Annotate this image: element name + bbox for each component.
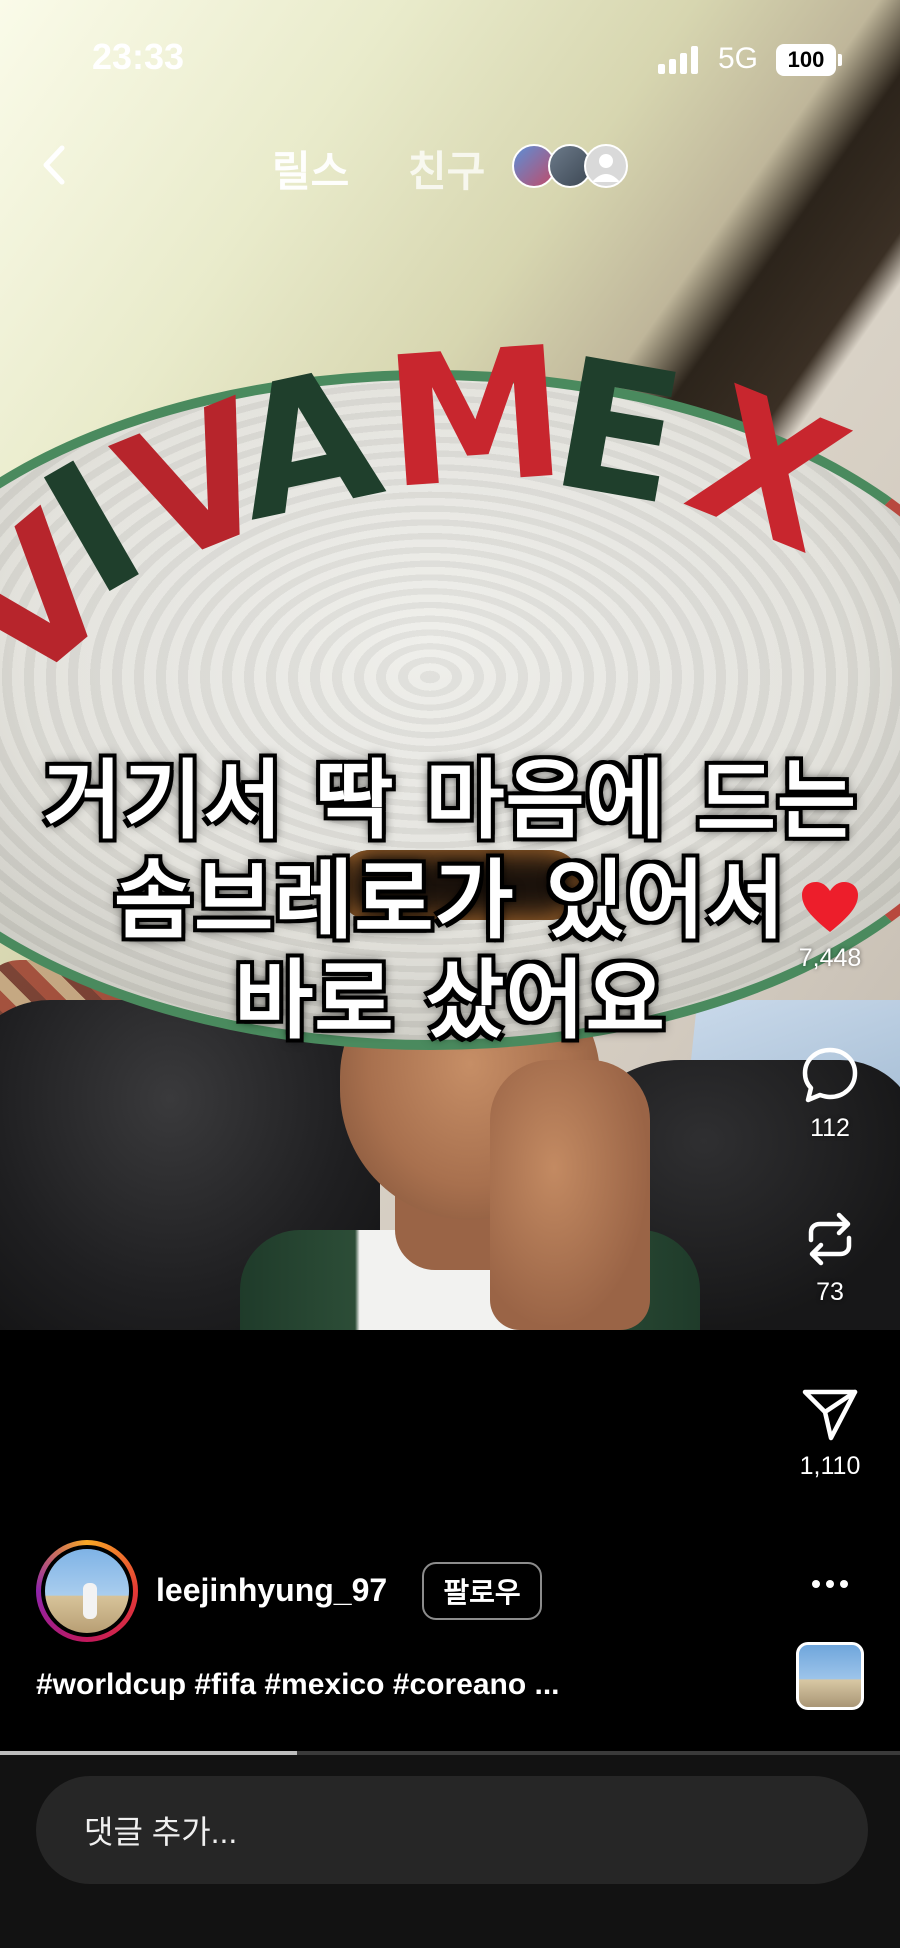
author-avatar-image xyxy=(41,1545,133,1637)
friend-avatar-3 xyxy=(584,144,628,188)
heart-icon xyxy=(802,882,858,932)
repost-count: 73 xyxy=(816,1278,844,1306)
caption-line-3: 바로 샀어요 xyxy=(234,951,666,1051)
comment-icon xyxy=(802,1047,858,1103)
like-button[interactable]: 7,448 xyxy=(790,880,870,973)
back-button[interactable] xyxy=(30,140,80,190)
like-count: 7,448 xyxy=(798,944,862,972)
battery-icon: 100 xyxy=(776,44,836,76)
audio-thumbnail[interactable] xyxy=(796,1642,864,1710)
reel-video[interactable]: V I V A M E X xyxy=(0,0,900,1330)
comment-button[interactable]: 112 xyxy=(790,1046,870,1143)
author-avatar[interactable] xyxy=(36,1540,138,1642)
battery-level: 100 xyxy=(787,47,825,72)
follow-button[interactable]: 팔로우 xyxy=(422,1562,542,1620)
sombrero-print: V I V A M E X xyxy=(0,307,881,728)
share-count: 1,110 xyxy=(799,1452,861,1480)
signal-icon xyxy=(658,46,698,74)
network-type: 5G xyxy=(718,42,759,75)
more-icon xyxy=(812,1580,848,1588)
comment-placeholder: 댓글 추가... xyxy=(84,1814,238,1850)
default-avatar-icon xyxy=(592,154,620,182)
status-bar: 23:33 5G 100 xyxy=(0,0,900,120)
author-username[interactable]: leejinhyung_97 xyxy=(156,1572,387,1609)
share-button[interactable]: 1,110 xyxy=(790,1386,870,1481)
video-progress-bar[interactable] xyxy=(0,1751,900,1755)
tab-reels[interactable]: 릴스 xyxy=(272,138,349,199)
thumbs-up-hand xyxy=(490,1060,650,1330)
video-progress-fill xyxy=(0,1751,297,1755)
repost-button[interactable]: 73 xyxy=(790,1210,870,1307)
battery-tip xyxy=(838,54,842,66)
post-hashtags[interactable]: #worldcup #fifa #mexico #coreano ... xyxy=(36,1668,560,1702)
comment-count: 112 xyxy=(810,1114,850,1142)
repost-icon xyxy=(808,1212,852,1266)
chevron-left-icon xyxy=(43,145,65,185)
more-button[interactable] xyxy=(808,1556,852,1601)
status-time: 23:33 xyxy=(92,36,185,77)
tab-friends[interactable]: 친구 xyxy=(408,138,485,199)
send-icon xyxy=(802,1389,858,1441)
comment-input[interactable]: 댓글 추가... xyxy=(36,1776,868,1884)
